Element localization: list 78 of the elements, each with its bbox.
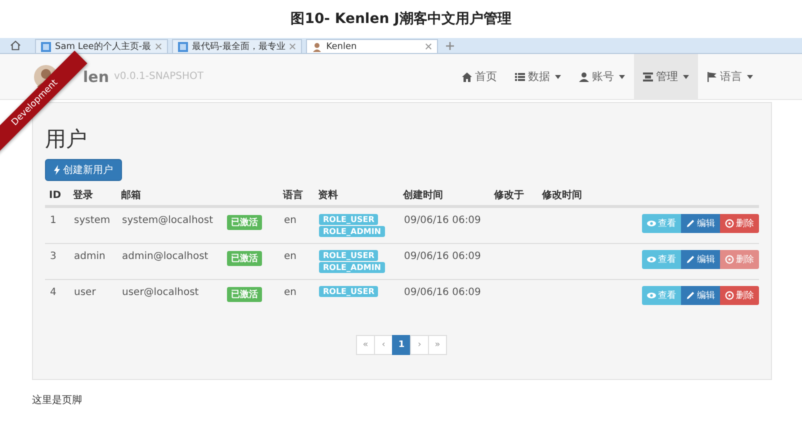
table-cell-text: system bbox=[73, 214, 112, 226]
nav-item[interactable]: 管理 bbox=[634, 54, 698, 99]
role-tag: ROLE_ADMIN bbox=[319, 262, 385, 273]
page-link[interactable]: ‹ bbox=[374, 335, 393, 355]
delete-button[interactable]: 删除 bbox=[720, 214, 759, 233]
table-cell-text: system@localhost bbox=[121, 214, 214, 226]
table-cell-text: 09/06/16 06:09 bbox=[403, 250, 482, 262]
flag-icon bbox=[707, 72, 717, 82]
table-cell-text: en bbox=[283, 286, 298, 298]
table-cell-text: 3 bbox=[49, 250, 58, 262]
column-header: 语言 bbox=[282, 188, 304, 202]
site-icon bbox=[41, 42, 51, 52]
figure-caption: 图10- Kenlen J潮客中文用户管理 bbox=[290, 10, 512, 29]
close-icon[interactable] bbox=[289, 43, 296, 50]
footer-text: 这里是页脚 bbox=[32, 394, 83, 407]
brand-name[interactable]: len bbox=[83, 68, 109, 86]
ban-icon bbox=[725, 255, 734, 264]
home-icon[interactable] bbox=[10, 40, 21, 51]
column-header: 修改时间 bbox=[540, 188, 583, 202]
table-cell-text: 1 bbox=[49, 214, 58, 226]
column-header: ID bbox=[48, 190, 62, 200]
browser-tab[interactable]: 最代码-最全面，最专业 bbox=[172, 39, 302, 53]
nav-item[interactable]: 账号 bbox=[570, 54, 634, 99]
eye-icon bbox=[647, 291, 656, 300]
edit-button[interactable]: 编辑 bbox=[681, 214, 720, 233]
home-icon bbox=[462, 72, 472, 82]
role-tag: ROLE_ADMIN bbox=[319, 226, 385, 237]
page-link[interactable]: 1 bbox=[392, 335, 411, 355]
tower-icon bbox=[643, 72, 653, 82]
table-cell-text: 4 bbox=[49, 286, 58, 298]
close-icon[interactable] bbox=[155, 43, 162, 50]
browser-tab[interactable]: Sam Lee的个人主页-最 bbox=[35, 39, 168, 53]
table-cell-text: en bbox=[283, 214, 298, 226]
page-link[interactable]: » bbox=[428, 335, 447, 355]
create-user-button[interactable]: 创建新用户 bbox=[45, 159, 122, 181]
edit-button[interactable]: 编辑 bbox=[681, 250, 720, 269]
avatar-icon bbox=[312, 42, 322, 52]
page-link[interactable]: › bbox=[410, 335, 429, 355]
status-badge: 已激活 bbox=[227, 287, 262, 302]
ban-icon bbox=[725, 291, 734, 300]
role-tag: ROLE_USER bbox=[319, 214, 378, 225]
column-header: 登录 bbox=[72, 188, 94, 202]
pencil-icon bbox=[686, 291, 695, 300]
table-cell-text: admin bbox=[73, 250, 106, 262]
status-badge: 已激活 bbox=[227, 251, 262, 266]
table-cell-text: user bbox=[73, 286, 97, 298]
ban-icon bbox=[725, 219, 734, 228]
pencil-icon bbox=[686, 255, 695, 264]
status-badge: 已激活 bbox=[227, 215, 262, 230]
page-link[interactable]: « bbox=[356, 335, 375, 355]
eye-icon bbox=[647, 255, 656, 264]
table-cell-text: user@localhost bbox=[121, 286, 200, 298]
page-title: 用户 bbox=[45, 126, 88, 153]
new-tab-icon[interactable] bbox=[446, 42, 454, 50]
table-cell-text: admin@localhost bbox=[121, 250, 210, 262]
version-label: v0.0.1-SNAPSHOT bbox=[114, 71, 204, 82]
site-icon bbox=[178, 42, 188, 52]
bolt-icon bbox=[54, 165, 60, 175]
delete-button[interactable]: 删除 bbox=[720, 286, 759, 305]
table-cell-text: en bbox=[283, 250, 298, 262]
role-tag: ROLE_USER bbox=[319, 250, 378, 261]
edit-button[interactable]: 编辑 bbox=[681, 286, 720, 305]
column-header: 邮箱 bbox=[120, 188, 142, 202]
table-cell-text: 09/06/16 06:09 bbox=[403, 286, 482, 298]
table-cell-text: 09/06/16 06:09 bbox=[403, 214, 482, 226]
close-icon[interactable] bbox=[425, 43, 432, 50]
eye-icon bbox=[647, 219, 656, 228]
browser-tab[interactable]: Kenlen bbox=[306, 39, 438, 53]
column-header: 创建时间 bbox=[402, 188, 444, 202]
nav-item[interactable]: 数据 bbox=[506, 54, 570, 99]
role-tag: ROLE_USER bbox=[319, 286, 378, 297]
pencil-icon bbox=[686, 219, 695, 228]
nav-item[interactable]: 语言 bbox=[698, 54, 762, 99]
list-icon bbox=[515, 72, 525, 82]
user-icon bbox=[579, 72, 589, 82]
nav-item[interactable]: 首页 bbox=[453, 54, 506, 99]
column-header: 资料 bbox=[317, 188, 339, 202]
column-header: 修改于 bbox=[492, 188, 525, 202]
